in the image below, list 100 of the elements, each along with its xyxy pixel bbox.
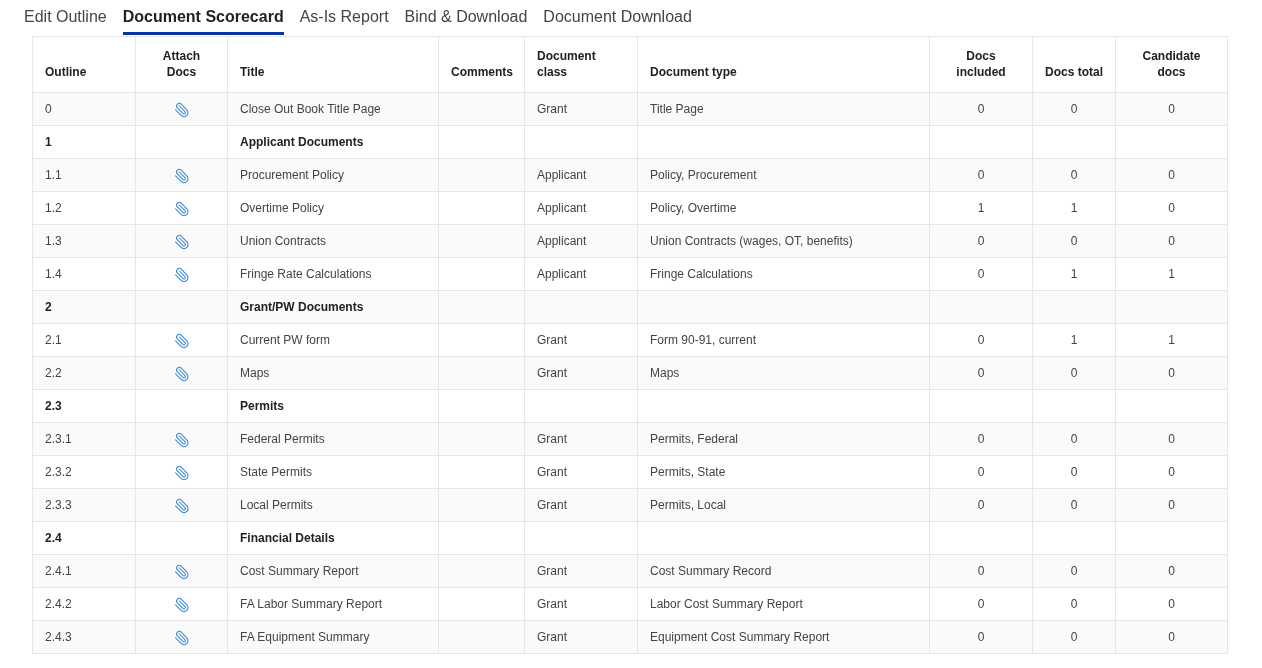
table-cell: Applicant (524, 224, 638, 258)
column-header: Document type (637, 36, 930, 93)
paperclip-icon[interactable] (173, 464, 190, 481)
paperclip-icon[interactable] (173, 431, 190, 448)
column-header: Document class (524, 36, 638, 93)
table-cell: 1 (1032, 191, 1116, 225)
table-cell: Applicant Documents (227, 125, 439, 159)
table-cell: 1.3 (32, 224, 136, 258)
table-cell: Close Out Book Title Page (227, 92, 439, 126)
tab[interactable]: Edit Outline (24, 0, 107, 35)
table-cell: Applicant (524, 158, 638, 192)
table-cell: 0 (929, 587, 1033, 621)
paperclip-icon[interactable] (173, 365, 190, 382)
table-cell: 2.4.3 (32, 620, 136, 654)
table-cell: Grant (524, 92, 638, 126)
table-cell: Permits, State (637, 455, 930, 489)
table-cell: Grant (524, 587, 638, 621)
table-cell: Fringe Calculations (637, 257, 930, 291)
table-cell: 0 (32, 92, 136, 126)
table-cell: 0 (929, 455, 1033, 489)
table-cell: Fringe Rate Calculations (227, 257, 439, 291)
paperclip-icon[interactable] (173, 167, 190, 184)
table-cell: 0 (1115, 92, 1228, 126)
table-cell: Union Contracts (227, 224, 439, 258)
column-header: Candidate docs (1115, 36, 1228, 93)
table-cell: Permits (227, 389, 439, 423)
table-cell: 2.4 (32, 521, 136, 555)
tab[interactable]: As-Is Report (299, 0, 389, 35)
table-cell: 2.3.1 (32, 422, 136, 456)
table-cell: Policy, Procurement (637, 158, 930, 192)
paperclip-icon[interactable] (173, 101, 190, 118)
table-cell: 0 (1115, 554, 1228, 588)
table-cell: Financial Details (227, 521, 439, 555)
table-cell: Applicant (524, 257, 638, 291)
table-cell: 0 (1032, 158, 1116, 192)
column-header: Comments (438, 36, 525, 93)
table-cell: 0 (929, 554, 1033, 588)
table-cell: 0 (1032, 92, 1116, 126)
table-cell: Overtime Policy (227, 191, 439, 225)
paperclip-icon[interactable] (173, 596, 190, 613)
table-cell: FA Equipment Summary (227, 620, 439, 654)
paperclip-icon[interactable] (173, 629, 190, 646)
paperclip-icon[interactable] (173, 266, 190, 283)
table-cell: Union Contracts (wages, OT, benefits) (637, 224, 930, 258)
table-cell: 0 (1032, 620, 1116, 654)
table-cell: 0 (929, 422, 1033, 456)
table-cell: 0 (929, 92, 1033, 126)
table-cell: Local Permits (227, 488, 439, 522)
paperclip-icon[interactable] (173, 497, 190, 514)
table-cell: Cost Summary Report (227, 554, 439, 588)
table-cell: 0 (929, 257, 1033, 291)
table-cell: 0 (929, 158, 1033, 192)
column-header: Outline (32, 36, 136, 93)
table-cell: 2.2 (32, 356, 136, 390)
table-cell: 1 (32, 125, 136, 159)
table-cell: Grant (524, 422, 638, 456)
table-cell: 0 (1032, 554, 1116, 588)
table-cell: 2.4.1 (32, 554, 136, 588)
table-cell: 0 (1032, 455, 1116, 489)
table-cell: 0 (1115, 587, 1228, 621)
table-cell: 2.3.2 (32, 455, 136, 489)
paperclip-icon[interactable] (173, 563, 190, 580)
paperclip-icon[interactable] (173, 200, 190, 217)
table-cell: FA Labor Summary Report (227, 587, 439, 621)
table-cell: 0 (929, 620, 1033, 654)
table-cell: 1 (1115, 323, 1228, 357)
column-header: Docs included (929, 36, 1033, 93)
table-cell: Grant (524, 488, 638, 522)
table-cell: 1.4 (32, 257, 136, 291)
table-cell: Grant (524, 620, 638, 654)
table-cell: Grant (524, 356, 638, 390)
table-cell: 0 (1115, 224, 1228, 258)
table-cell: 1.2 (32, 191, 136, 225)
table-cell: 0 (1115, 488, 1228, 522)
table-cell: 0 (1032, 587, 1116, 621)
paperclip-icon[interactable] (173, 233, 190, 250)
tab[interactable]: Document Download (543, 0, 692, 35)
table-cell: 1 (929, 191, 1033, 225)
table-cell: 0 (1115, 191, 1228, 225)
table-cell: 2.3.3 (32, 488, 136, 522)
table-cell: Procurement Policy (227, 158, 439, 192)
tab[interactable]: Bind & Download (404, 0, 528, 35)
table-cell: Cost Summary Record (637, 554, 930, 588)
table-cell: 2.1 (32, 323, 136, 357)
table-cell: 2.4.2 (32, 587, 136, 621)
column-header: Title (227, 36, 439, 93)
table-cell: Policy, Overtime (637, 191, 930, 225)
tab[interactable]: Document Scorecard (122, 0, 284, 35)
table-cell: Grant (524, 455, 638, 489)
table-cell: Applicant (524, 191, 638, 225)
table-cell: Maps (227, 356, 439, 390)
table-cell: 0 (1032, 488, 1116, 522)
table-cell: Maps (637, 356, 930, 390)
table-cell: 2.3 (32, 389, 136, 423)
table-cell: 0 (1032, 356, 1116, 390)
table-cell: 0 (1115, 356, 1228, 390)
table-cell: 0 (929, 488, 1033, 522)
table-cell: 0 (929, 323, 1033, 357)
table-cell: Labor Cost Summary Report (637, 587, 930, 621)
paperclip-icon[interactable] (173, 332, 190, 349)
